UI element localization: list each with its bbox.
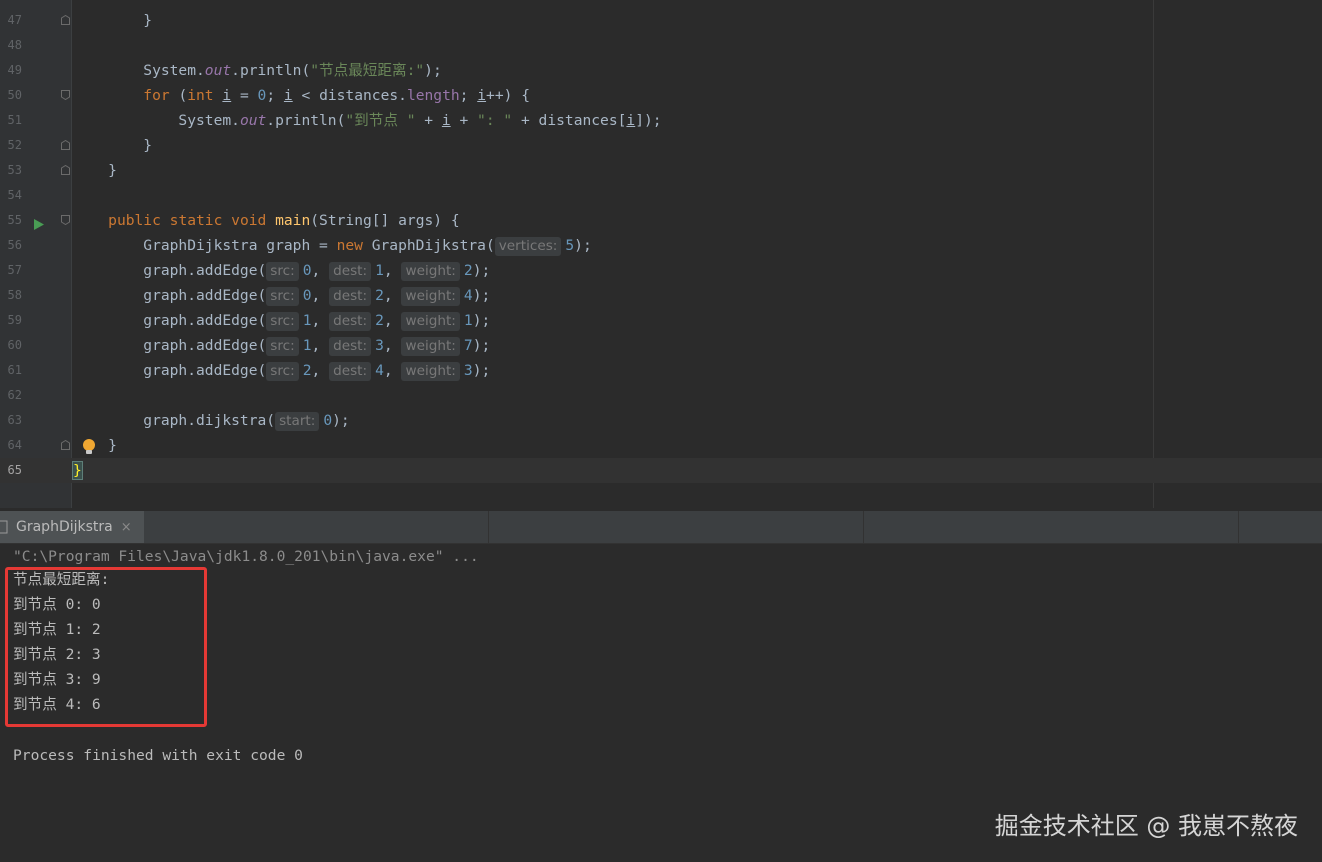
run-config-icon	[0, 520, 8, 534]
fold-end-icon[interactable]	[61, 165, 70, 175]
code-line-58: 58 graph.addEdge(src: 0, dest: 2, weight: 4…	[0, 283, 1322, 308]
fold-end-icon[interactable]	[61, 15, 70, 25]
code-line-59: 59 graph.addEdge(src: 1, dest: 2, weight: 1…	[0, 308, 1322, 333]
close-icon[interactable]: ×	[121, 520, 132, 535]
line-number: 64	[7, 438, 22, 452]
code-text: }	[73, 12, 153, 29]
line-number: 47	[7, 13, 22, 27]
code-line-56: 56 GraphDijkstra graph = new GraphDijkst…	[0, 233, 1322, 258]
exit-message: Process finished with exit code 0	[13, 747, 303, 764]
fold-start-icon[interactable]	[61, 90, 70, 100]
code-text: }	[73, 162, 117, 179]
console-command[interactable]: "C:\Program Files\Java\jdk1.8.0_201\bin\…	[13, 544, 479, 569]
code-editor[interactable]: 47 } 48 49 System.out.println("节点最短距离:")…	[0, 0, 1322, 508]
code-line-48: 48	[0, 33, 1322, 58]
tab-bar-separator	[488, 511, 489, 543]
line-number: 55	[7, 213, 22, 227]
line-number: 50	[7, 88, 22, 102]
line-number: 52	[7, 138, 22, 152]
fold-end-icon[interactable]	[61, 440, 70, 450]
code-text: public static void main(String[] args) {	[108, 212, 460, 229]
code-line-61: 61 graph.addEdge(src: 2, dest: 4, weight: 3…	[0, 358, 1322, 383]
tab-label: GraphDijkstra	[16, 519, 113, 535]
code-text: graph.addEdge(src: 0, dest: 2, weight: 4);	[73, 287, 491, 306]
param-hint: start:	[275, 412, 320, 431]
code-line-57: 57 graph.addEdge(src: 0, dest: 1, weight: 2…	[0, 258, 1322, 283]
line-number: 61	[7, 363, 22, 377]
code-line-60: 60 graph.addEdge(src: 1, dest: 3, weight: 7…	[0, 333, 1322, 358]
code-text: graph.addEdge(src: 0, dest: 1, weight: 2);	[73, 262, 491, 281]
line-number: 51	[7, 113, 22, 127]
param-hint: vertices:	[494, 237, 562, 256]
code-text: graph.addEdge(src: 2, dest: 4, weight: 3);	[73, 362, 491, 381]
line-number: 49	[7, 63, 22, 77]
run-icon[interactable]	[34, 215, 44, 234]
line-number: 53	[7, 163, 22, 177]
line-number: 56	[7, 238, 22, 252]
code-text: for (int i = 0; i < distances.length; i+…	[143, 87, 530, 104]
code-line-51: 51 System.out.println("到节点 " + i + ": " …	[0, 108, 1322, 133]
code-line-47: 47 }	[0, 8, 1322, 33]
code-text: graph.addEdge(src: 1, dest: 2, weight: 1);	[73, 312, 491, 331]
line-number: 57	[7, 263, 22, 277]
code-line-50: 50 for (int i = 0; i < distances.length;…	[0, 83, 1322, 108]
line-number: 58	[7, 288, 22, 302]
line-number: 60	[7, 338, 22, 352]
watermark: 掘金技术社区 @ 我崽不熬夜	[994, 812, 1298, 840]
code-text: GraphDijkstra graph = new GraphDijkstra(…	[73, 237, 592, 256]
fold-end-icon[interactable]	[61, 140, 70, 150]
run-tab-graphdijkstra[interactable]: GraphDijkstra ×	[0, 511, 144, 543]
run-tab-bar: GraphDijkstra ×	[0, 511, 1322, 544]
line-number: 59	[7, 313, 22, 327]
code-line-52: 52 }	[0, 133, 1322, 158]
code-text: }	[72, 461, 83, 480]
line-number: 63	[7, 413, 22, 427]
code-text: System.out.println("到节点 " + i + ": " + d…	[73, 112, 662, 129]
line-number: 48	[7, 38, 22, 52]
code-text: graph.addEdge(src: 1, dest: 3, weight: 7);	[73, 337, 491, 356]
code-line-49: 49 System.out.println("节点最短距离:");	[0, 58, 1322, 83]
highlight-box	[5, 567, 207, 727]
line-number: 62	[7, 388, 22, 402]
tab-bar-separator	[1238, 511, 1239, 543]
code-line-64: 64 }	[0, 433, 1322, 458]
code-text: }	[73, 437, 117, 454]
code-text: System.out.println("节点最短距离:");	[73, 62, 442, 79]
code-line-62: 62	[0, 383, 1322, 408]
code-line-54: 54	[0, 183, 1322, 208]
fold-start-icon[interactable]	[61, 215, 70, 225]
code-text: graph.dijkstra(start: 0);	[73, 412, 350, 431]
code-text: }	[73, 137, 153, 154]
line-number: 54	[7, 188, 22, 202]
code-line-65-current: 65 }	[0, 458, 1322, 483]
code-line-63: 63 graph.dijkstra(start: 0);	[0, 408, 1322, 433]
line-number: 65	[7, 463, 22, 477]
code-line-53: 53 }	[0, 158, 1322, 183]
code-line-55: 55 public static void main(String[] args…	[0, 208, 1322, 233]
tab-bar-separator	[863, 511, 864, 543]
